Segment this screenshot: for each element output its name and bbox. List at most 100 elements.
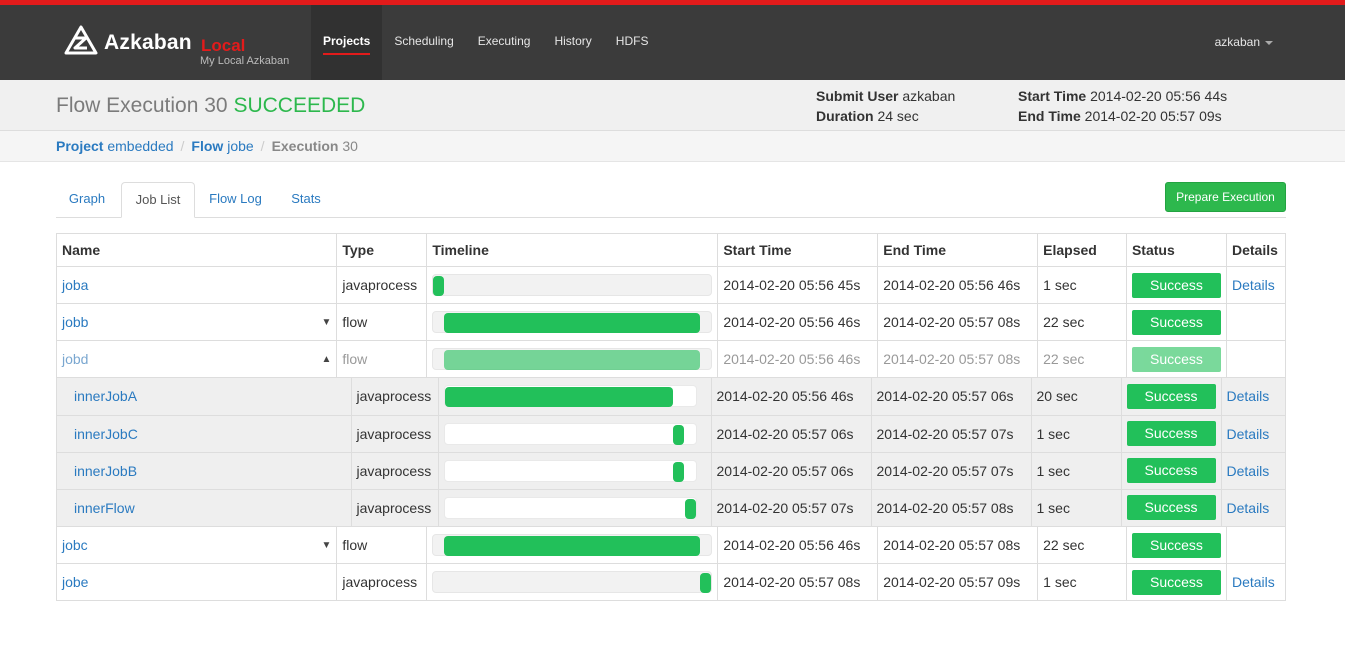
nav-history[interactable]: History: [542, 5, 603, 80]
details-link[interactable]: Details: [1227, 500, 1270, 516]
job-status-cell: Success: [1121, 489, 1222, 526]
breadcrumb-execution: Execution 30: [272, 138, 358, 154]
timeline-bar: [672, 424, 684, 445]
job-details-cell: [1225, 340, 1287, 378]
job-elapsed: 22 sec: [1037, 303, 1127, 341]
details-link[interactable]: Details: [1232, 277, 1275, 293]
timeline-bar: [444, 536, 701, 556]
job-status-cell: Success: [1125, 340, 1227, 378]
nav-hdfs[interactable]: HDFS: [604, 5, 661, 80]
job-name-link[interactable]: jobb: [62, 314, 88, 330]
job-name-link[interactable]: jobe: [62, 574, 88, 590]
job-details-cell: [1225, 526, 1287, 564]
job-type: javaprocess: [351, 452, 439, 490]
job-start-time: 2014-02-20 05:57 06s: [711, 452, 872, 490]
column-header-name[interactable]: Name: [55, 233, 338, 267]
job-end-time: 2014-02-20 05:57 07s: [871, 452, 1032, 490]
status-badge: Success: [1126, 421, 1216, 446]
timeline-cell: [438, 489, 712, 526]
nested-job-table: innerJobA javaprocess 2014-02-20 05:56 4…: [57, 378, 1285, 526]
tab-job-list[interactable]: Job List: [121, 182, 195, 218]
job-elapsed: 22 sec: [1037, 340, 1127, 378]
nav-executing[interactable]: Executing: [466, 5, 543, 80]
job-name-link[interactable]: joba: [62, 277, 88, 293]
details-link[interactable]: Details: [1227, 463, 1270, 479]
job-start-time: 2014-02-20 05:57 08s: [717, 563, 879, 601]
job-start-time: 2014-02-20 05:56 46s: [717, 303, 879, 341]
job-name-link[interactable]: innerJobC: [74, 426, 138, 442]
start-time-value: 2014-02-20 05:56 44s: [1090, 88, 1228, 104]
user-menu[interactable]: azkaban: [1215, 35, 1273, 49]
tab-flow-log[interactable]: Flow Log: [199, 182, 272, 218]
timeline-track: [432, 274, 713, 296]
column-header-elapsed[interactable]: Elapsed: [1037, 233, 1127, 267]
start-time-label: Start Time: [1018, 88, 1087, 104]
nav-projects[interactable]: Projects: [311, 5, 383, 80]
job-name-link[interactable]: jobd: [62, 351, 88, 367]
job-end-time: 2014-02-20 05:57 08s: [877, 303, 1039, 341]
column-header-end-time[interactable]: End Time: [877, 233, 1039, 267]
tab-stats[interactable]: Stats: [278, 182, 334, 218]
breadcrumb-flow-name: jobe: [227, 138, 254, 154]
job-elapsed: 1 sec: [1037, 266, 1127, 304]
table-header-row: Name Type Timeline Start Time End Time E…: [55, 233, 1287, 267]
job-details-cell: Details: [1221, 378, 1285, 416]
timeline-track: [443, 459, 697, 482]
details-link[interactable]: Details: [1227, 388, 1270, 404]
details-link[interactable]: Details: [1227, 426, 1270, 442]
job-name-cell: innerFlow: [57, 489, 352, 526]
job-end-time: 2014-02-20 05:57 09s: [877, 563, 1039, 601]
job-name-link[interactable]: jobc: [62, 537, 88, 553]
breadcrumb-project-name: embedded: [107, 138, 174, 154]
job-type: javaprocess: [336, 563, 428, 601]
column-header-timeline[interactable]: Timeline: [426, 233, 719, 267]
azkaban-logo-icon: [64, 25, 98, 55]
execution-header: Flow Execution 30 SUCCEEDED Submit User …: [0, 80, 1345, 131]
job-start-time: 2014-02-20 05:57 06s: [711, 415, 872, 453]
timeline-cell: [438, 415, 712, 453]
tab-graph[interactable]: Graph: [56, 182, 118, 218]
job-details-cell: Details: [1225, 563, 1287, 601]
job-start-time: 2014-02-20 05:57 07s: [711, 489, 872, 526]
chevron-down-icon[interactable]: ▼: [321, 317, 331, 328]
nested-jobs-container: innerJobA javaprocess 2014-02-20 05:56 4…: [56, 377, 1286, 527]
column-header-status[interactable]: Status: [1125, 233, 1227, 267]
breadcrumb-project[interactable]: Project embedded: [56, 138, 174, 154]
chevron-down-icon[interactable]: ▼: [321, 540, 331, 551]
timeline-track: [443, 422, 697, 445]
prepare-execution-button[interactable]: Prepare Execution: [1165, 182, 1286, 212]
job-status-cell: Success: [1121, 415, 1222, 453]
job-name-link[interactable]: innerFlow: [74, 500, 135, 516]
breadcrumb-flow[interactable]: Flow jobe: [191, 138, 253, 154]
chevron-up-icon[interactable]: ▲: [321, 354, 331, 365]
breadcrumb-flow-label: Flow: [191, 138, 224, 154]
timeline-track: [432, 571, 713, 593]
job-type: javaprocess: [336, 266, 428, 304]
table-row: jobc ▼ flow 2014-02-20 05:56 46s 2014-02-…: [55, 526, 1287, 564]
job-status-cell: Success: [1125, 563, 1227, 601]
nav-scheduling[interactable]: Scheduling: [382, 5, 465, 80]
breadcrumb-execution-id: 30: [342, 138, 358, 154]
job-name-link[interactable]: innerJobB: [74, 463, 137, 479]
status-badge: Success: [1131, 532, 1221, 558]
duration-value: 24 sec: [877, 108, 919, 124]
nested-table-row: innerJobC javaprocess 2014-02-20 05:57 0…: [57, 415, 1285, 453]
job-start-time: 2014-02-20 05:56 45s: [717, 266, 879, 304]
details-link[interactable]: Details: [1232, 574, 1275, 590]
column-header-type[interactable]: Type: [336, 233, 428, 267]
job-elapsed: 1 sec: [1037, 563, 1127, 601]
end-time-value: 2014-02-20 05:57 09s: [1084, 108, 1222, 124]
column-header-start-time[interactable]: Start Time: [717, 233, 879, 267]
submit-user-value: azkaban: [902, 88, 956, 104]
status-badge: Success: [1126, 383, 1216, 409]
page-title: Flow Execution 30 SUCCEEDED: [56, 94, 365, 118]
caret-down-icon: [1265, 40, 1273, 45]
job-type: javaprocess: [351, 378, 439, 416]
job-end-time: 2014-02-20 05:57 08s: [871, 489, 1032, 526]
job-name-link[interactable]: innerJobA: [74, 388, 137, 404]
timeline-cell: [426, 563, 719, 601]
app-subtitle: My Local Azkaban: [200, 55, 290, 67]
column-header-details[interactable]: Details: [1225, 233, 1287, 267]
table-row: jobe javaprocess 2014-02-20 05:57 08s 20…: [55, 563, 1287, 601]
status-badge: Success: [1131, 272, 1221, 298]
